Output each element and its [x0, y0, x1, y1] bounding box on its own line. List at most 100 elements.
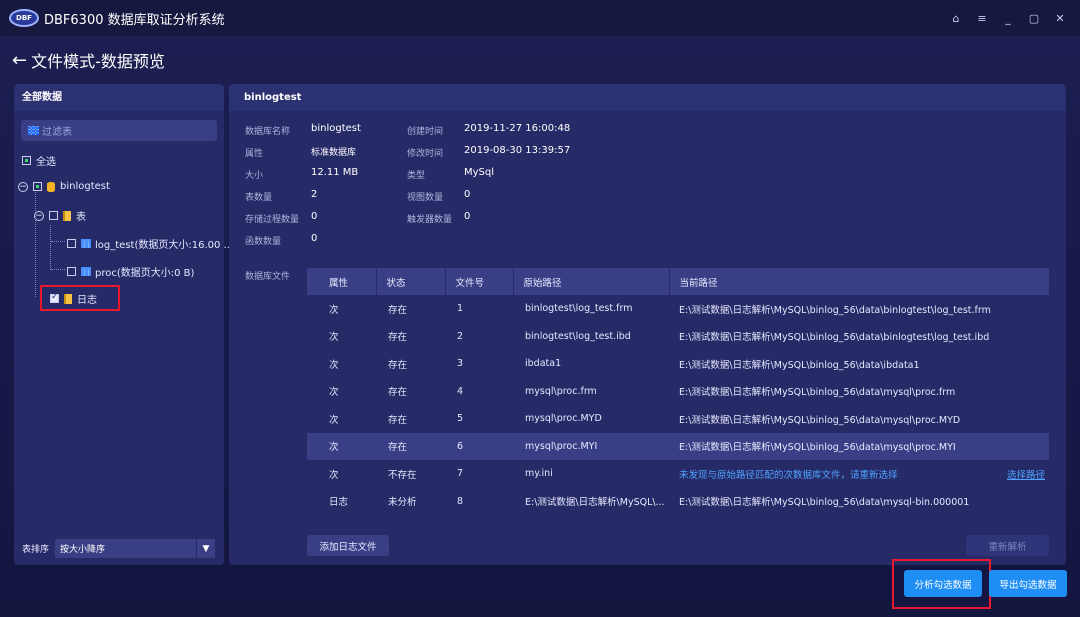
page-header: ← 文件模式-数据预览 — [12, 48, 165, 72]
cell-file-no: 1 — [457, 303, 464, 315]
cell-attr: 次 — [307, 432, 376, 460]
select-all-checkbox[interactable] — [22, 156, 31, 165]
info-label: 存储过程数量 — [245, 215, 300, 225]
sort-dropdown[interactable]: 按大小降序 ▼ — [55, 539, 216, 558]
cell-status: 存在 — [388, 332, 408, 344]
filter-input[interactable]: 过滤表 — [21, 120, 217, 141]
info-value: 2 — [311, 189, 318, 200]
app-title: DBF6300 数据库取证分析系统 — [44, 12, 225, 28]
tree-connector — [51, 269, 65, 270]
column-header[interactable]: 当前路径 — [669, 268, 1050, 295]
log-label: 日志 — [77, 295, 97, 306]
select-all-label: 全选 — [36, 157, 56, 168]
cell-orig-path: my.ini — [525, 468, 553, 480]
table-row[interactable]: 次 存在 4 mysql\proc.frm E:\测试数据\日志解析\MySQL… — [307, 378, 1049, 406]
table-icon — [81, 267, 91, 276]
cell-attr: 次 — [329, 414, 339, 426]
chevron-down-icon[interactable]: ▼ — [196, 539, 216, 558]
info-label: 函数数量 — [245, 237, 282, 247]
cell-cur-path: E:\测试数据\日志解析\MySQL\binlog_56\data\mysql\… — [679, 414, 961, 426]
export-selected-button[interactable]: 导出勾选数据 — [989, 570, 1067, 597]
info-value: 0 — [311, 233, 318, 244]
column-header[interactable]: 文件号 — [445, 268, 514, 295]
info-value: 0 — [464, 211, 471, 222]
database-checkbox[interactable] — [33, 182, 42, 191]
back-arrow-icon[interactable]: ← — [12, 50, 27, 71]
info-value: 2019-11-27 16:00:48 — [464, 123, 571, 134]
info-label: 视图数量 — [407, 193, 444, 203]
tree-item-table[interactable]: log_test(数据页大小:16.00 ... — [67, 236, 233, 251]
column-header[interactable]: 属性 — [307, 268, 377, 295]
cell-attr: 日志 — [329, 497, 349, 509]
menu-icon[interactable]: ≡ — [972, 8, 992, 28]
missing-file-message: 未发现与原始路径匹配的次数据库文件，请重新选择 — [679, 469, 898, 481]
log-checkbox[interactable] — [50, 292, 59, 303]
page-title: 文件模式-数据预览 — [31, 52, 165, 71]
close-icon[interactable]: ✕ — [1050, 8, 1070, 28]
filter-placeholder: 过滤表 — [42, 127, 72, 138]
info-value: MySql — [464, 167, 495, 178]
tree-node-database[interactable]: − binlogtest — [18, 181, 110, 192]
column-header[interactable]: 状态 — [376, 268, 446, 295]
select-path-link[interactable]: 选择路径 — [1007, 467, 1045, 481]
tree-connector — [50, 225, 51, 270]
table-checkbox[interactable] — [67, 267, 76, 276]
cell-status: 存在 — [388, 359, 408, 371]
cell-status: 存在 — [376, 432, 445, 460]
cell-file-no: 7 — [457, 468, 464, 480]
add-log-file-button[interactable]: 添加日志文件 — [307, 535, 389, 556]
cell-attr: 次 — [329, 304, 339, 316]
info-value: 0 — [464, 189, 471, 200]
table-row[interactable]: 次 存在 6 mysql\proc.MYI E:\测试数据\日志解析\MySQL… — [307, 432, 1049, 460]
info-label: 属性 — [245, 149, 264, 159]
cell-cur-path: E:\测试数据\日志解析\MySQL\binlog_56\data\ibdata… — [679, 359, 920, 371]
minimize-icon[interactable]: _ — [998, 8, 1018, 28]
table-row[interactable]: 次 存在 2 binlogtest\log_test.ibd E:\测试数据\日… — [307, 323, 1049, 351]
right-panel-header: binlogtest — [229, 84, 1066, 111]
tree-item-table[interactable]: proc(数据页大小:0 B) — [67, 264, 194, 279]
sort-row: 表排序 按大小降序 ▼ — [22, 539, 216, 558]
tree-node-log[interactable]: 日志 — [50, 291, 97, 306]
sort-value: 按大小降序 — [60, 545, 106, 555]
maximize-icon[interactable]: ▢ — [1024, 8, 1044, 28]
analyze-selected-button[interactable]: 分析勾选数据 — [904, 570, 982, 597]
table-row[interactable]: 次 存在 5 mysql\proc.MYD E:\测试数据\日志解析\MySQL… — [307, 405, 1049, 433]
tables-checkbox[interactable] — [49, 211, 58, 220]
cell-status: 存在 — [388, 387, 408, 399]
app-logo: DBF — [9, 9, 39, 27]
folder-icon — [64, 293, 72, 304]
cell-attr: 次 — [329, 387, 339, 399]
cell-status: 不存在 — [388, 469, 417, 481]
window-controls: ⌂ ≡ _ ▢ ✕ — [946, 8, 1070, 28]
collapse-icon[interactable]: − — [18, 181, 28, 192]
cell-file-no: 4 — [457, 385, 464, 397]
table-row[interactable]: 次 不存在 7 my.ini 未发现与原始路径匹配的次数据库文件，请重新选择 选… — [307, 460, 1049, 488]
select-all[interactable]: 全选 — [22, 153, 56, 168]
info-label: 触发器数量 — [407, 215, 453, 225]
cell-cur-path: E:\测试数据\日志解析\MySQL\binlog_56\data\binlog… — [679, 332, 990, 344]
info-value: binlogtest — [311, 123, 361, 134]
reparse-button[interactable]: 重新解析 — [966, 535, 1049, 556]
cell-cur-path: E:\测试数据\日志解析\MySQL\binlog_56\data\mysql\… — [679, 387, 956, 399]
tree-node-tables[interactable]: − 表 — [34, 208, 86, 223]
table-row[interactable]: 次 存在 3 ibdata1 E:\测试数据\日志解析\MySQL\binlog… — [307, 350, 1049, 378]
files-label: 数据库文件 — [245, 272, 291, 282]
cell-orig-path: binlogtest\log_test.ibd — [525, 330, 631, 342]
file-table: 属性 状态 文件号 原始路径 当前路径 次 存在 1 binlogtest\lo… — [307, 268, 1050, 515]
cell-cur-path: E:\测试数据\日志解析\MySQL\binlog_56\data\mysql\… — [669, 432, 1049, 460]
cell-attr: 次 — [329, 359, 339, 371]
cell-status: 未分析 — [388, 497, 417, 509]
home-icon[interactable]: ⌂ — [946, 8, 966, 28]
left-panel-header: 全部数据 — [14, 84, 224, 111]
table-row[interactable]: 日志 未分析 8 E:\测试数据\日志解析\MySQL\... E:\测试数据\… — [307, 488, 1049, 516]
table-label: proc(数据页大小:0 B) — [95, 268, 195, 279]
tables-label: 表 — [76, 212, 86, 223]
table-icon — [81, 239, 91, 248]
database-icon — [47, 181, 55, 192]
table-checkbox[interactable] — [67, 239, 76, 248]
info-value: 标准数据库 — [311, 148, 357, 158]
table-row[interactable]: 次 存在 1 binlogtest\log_test.frm E:\测试数据\日… — [307, 295, 1049, 323]
cell-orig-path: E:\测试数据\日志解析\MySQL\... — [525, 497, 665, 509]
left-panel: 全部数据 过滤表 全选 − binlogtest − 表 log_test(数据… — [14, 84, 233, 565]
column-header[interactable]: 原始路径 — [513, 268, 670, 295]
